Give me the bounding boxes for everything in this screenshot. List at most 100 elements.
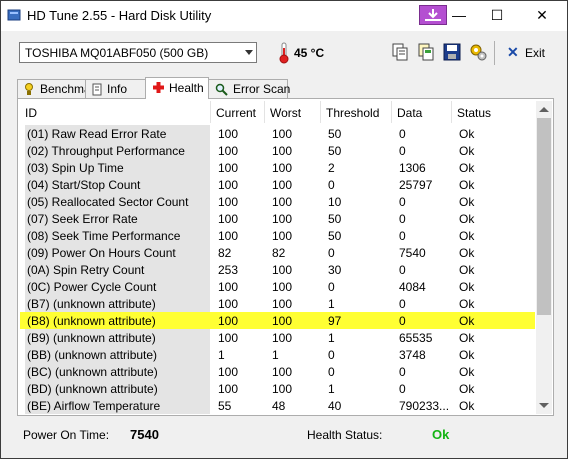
cell-status: Ok [459,161,475,175]
chevron-down-icon [245,50,253,55]
table-row[interactable]: (BD) (unknown attribute) 100 100 1 0 Ok [20,380,535,397]
column-header-current[interactable]: Current [211,101,265,123]
cell-id: (BC) (unknown attribute) [27,365,158,379]
tab-health[interactable]: Health [145,77,209,99]
cell-status: Ok [459,348,475,362]
cell-id: (BD) (unknown attribute) [27,382,158,396]
column-header-data[interactable]: Data [392,101,452,123]
table-row[interactable]: (BB) (unknown attribute) 1 1 0 3748 Ok [20,346,535,363]
table-row[interactable]: (0A) Spin Retry Count 253 100 30 0 Ok [20,261,535,278]
tab-error-scan[interactable]: Error Scan [208,79,291,98]
table-row[interactable]: (05) Reallocated Sector Count 100 100 10 0 Ok [20,193,535,210]
cell-data: 0 [399,144,406,158]
cell-worst: 100 [272,161,293,175]
cell-worst: 100 [272,314,293,328]
cell-current: 100 [218,127,239,141]
health-status-value: Ok [432,427,450,442]
cell-data: 0 [399,365,406,379]
table-row[interactable]: (03) Spin Up Time 100 100 2 1306 Ok [20,159,535,176]
app-icon [7,9,21,21]
cell-data: 0 [399,229,406,243]
tab-info[interactable]: Info [85,79,146,98]
table-row[interactable]: (01) Raw Read Error Rate 100 100 50 0 Ok [20,125,535,142]
column-header-status[interactable]: Status [452,101,535,123]
cell-threshold: 50 [328,144,342,158]
table-row[interactable]: (08) Seek Time Performance 100 100 50 0 Ok [20,227,535,244]
column-header-worst[interactable]: Worst [265,101,321,123]
copy-all-button[interactable] [416,42,436,62]
cell-current: 100 [218,365,239,379]
table-row[interactable]: (B9) (unknown attribute) 100 100 1 65535 Ok [20,329,535,346]
table-row[interactable]: (BC) (unknown attribute) 100 100 0 0 Ok [20,363,535,380]
cell-id: (03) Spin Up Time [27,161,124,175]
vertical-scrollbar[interactable] [536,101,552,414]
table-row[interactable]: (09) Power On Hours Count 82 82 0 7540 Ok [20,244,535,261]
cell-worst: 100 [272,280,293,294]
exit-icon: ✕ [507,44,519,60]
cell-status: Ok [459,280,475,294]
cell-threshold: 0 [328,365,335,379]
cell-status: Ok [459,212,475,226]
cell-threshold: 0 [328,178,335,192]
table-row[interactable]: (04) Start/Stop Count 100 100 0 25797 Ok [20,176,535,193]
cell-worst: 82 [272,246,286,260]
column-header-id[interactable]: ID [20,101,211,123]
maximize-button[interactable]: ☐ [484,5,510,25]
capture-button[interactable] [419,5,447,25]
cell-threshold: 50 [328,229,342,243]
table-row[interactable]: (07) Seek Error Rate 100 100 50 0 Ok [20,210,535,227]
cell-data: 0 [399,195,406,209]
power-on-label: Power On Time: [23,428,110,442]
window-title: HD Tune 2.55 - Hard Disk Utility [27,8,212,23]
cell-worst: 100 [272,331,293,345]
info-icon [92,83,102,96]
main-window: HD Tune 2.55 - Hard Disk Utility — ☐ ✕ T… [0,0,568,459]
cell-id: (B9) (unknown attribute) [27,331,156,345]
cell-current: 100 [218,314,239,328]
table-row[interactable]: (BE) Airflow Temperature 55 48 40 790233... O… [20,397,535,414]
scrollbar-thumb[interactable] [537,118,551,315]
cell-status: Ok [459,178,475,192]
table-row[interactable]: (02) Throughput Performance 100 100 50 0 Ok [20,142,535,159]
cell-id: (08) Seek Time Performance [27,229,181,243]
options-button[interactable] [468,42,488,62]
copy-icon [392,43,408,61]
cell-worst: 100 [272,127,293,141]
tab-error-scan-label: Error Scan [233,82,291,96]
cell-data: 0 [399,382,406,396]
cell-status: Ok [459,263,475,277]
cell-threshold: 10 [328,195,342,209]
cell-current: 1 [218,348,225,362]
tab-benchmark[interactable]: Benchmark [17,79,101,98]
cell-data: 25797 [399,178,433,192]
cell-id: (0A) Spin Retry Count [27,263,145,277]
drive-select[interactable]: TOSHIBA MQ01ABF050 (500 GB) [19,42,257,63]
cell-id: (B8) (unknown attribute) [27,314,156,328]
cell-worst: 100 [272,195,293,209]
benchmark-icon [25,83,33,95]
cell-current: 100 [218,229,239,243]
options-icon [470,44,487,61]
save-icon [443,43,461,61]
table-row[interactable]: (B8) (unknown attribute) 100 100 97 0 Ok [20,312,535,329]
cell-status: Ok [459,365,475,379]
column-header-threshold[interactable]: Threshold [321,101,392,123]
table-row[interactable]: (0C) Power Cycle Count 100 100 0 4084 Ok [20,278,535,295]
minimize-button[interactable]: — [446,5,472,25]
cell-data: 3748 [399,348,426,362]
cell-threshold: 0 [328,348,335,362]
cell-status: Ok [459,127,475,141]
scroll-down-icon[interactable] [539,403,549,408]
scroll-up-icon[interactable] [539,107,549,112]
download-icon [425,9,441,21]
cell-status: Ok [459,144,475,158]
cell-id: (04) Start/Stop Count [27,178,141,192]
smart-table[interactable]: ID Current Worst Threshold Data Status (… [20,101,535,414]
save-button[interactable] [442,42,462,62]
copy-button[interactable] [390,42,410,62]
table-row[interactable]: (B7) (unknown attribute) 100 100 1 0 Ok [20,295,535,312]
cell-id: (01) Raw Read Error Rate [27,127,167,141]
close-button[interactable]: ✕ [529,5,555,25]
exit-label: Exit [525,46,546,60]
title-bar[interactable]: HD Tune 2.55 - Hard Disk Utility — ☐ ✕ [1,1,567,31]
